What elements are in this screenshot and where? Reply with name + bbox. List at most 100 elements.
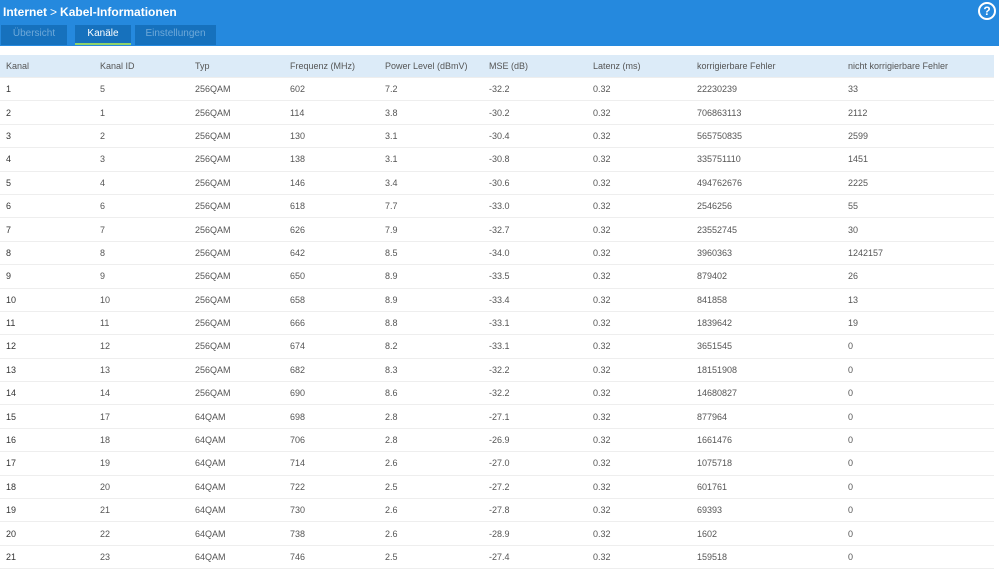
cell-latenz: 0.32 — [593, 341, 611, 352]
help-icon[interactable]: ? — [978, 2, 996, 20]
cell-korrigierbare-fehler: 841858 — [697, 294, 728, 305]
column-header-latenz: Latenz (ms) — [593, 61, 641, 71]
cell-kanal: 7 — [6, 224, 12, 235]
cell-frequenz: 698 — [290, 411, 306, 422]
cell-korrigierbare-fehler: 494762676 — [697, 177, 743, 188]
cell-latenz: 0.32 — [593, 294, 611, 305]
breadcrumb-kabel-informationen: Kabel-Informationen — [60, 5, 177, 19]
column-header-nicht-korrigierbare-fehler: nicht korrigierbare Fehler — [848, 61, 949, 71]
cell-korrigierbare-fehler: 18151908 — [697, 364, 738, 375]
cell-frequenz: 746 — [290, 552, 306, 562]
cell-korrigierbare-fehler: 879402 — [697, 271, 728, 282]
cell-frequenz: 690 — [290, 388, 306, 399]
cell-nicht-korrigierbare-fehler: 13 — [848, 294, 859, 305]
tab-uebersicht[interactable]: Übersicht — [1, 25, 67, 45]
table-row: 9 9 256QAM 650 8.9 -33.5 0.32 879402 26 — [0, 265, 994, 289]
cell-kanal-id: 11 — [100, 318, 110, 329]
table-row: 10 10 256QAM 658 8.9 -33.4 0.32 841858 13 — [0, 289, 994, 312]
cell-typ: 256QAM — [195, 224, 231, 235]
cell-latenz: 0.32 — [593, 388, 611, 399]
cell-typ: 256QAM — [195, 154, 231, 165]
tab-kanaele[interactable]: Kanäle — [75, 25, 131, 45]
cell-power-level: 3.1 — [385, 154, 398, 165]
cell-power-level: 3.1 — [385, 130, 398, 141]
cell-kanal-id: 19 — [100, 458, 111, 469]
cell-power-level: 2.5 — [385, 552, 398, 562]
cell-kanal: 9 — [6, 271, 12, 282]
table-row: 2 1 256QAM 114 3.8 -30.2 0.32 706863113 2112 — [0, 101, 994, 125]
cell-frequenz: 674 — [290, 341, 306, 352]
cell-mse: -32.2 — [489, 364, 510, 375]
cell-power-level: 8.2 — [385, 341, 398, 352]
cell-mse: -27.2 — [489, 481, 510, 492]
cell-power-level: 2.8 — [385, 411, 398, 422]
cell-korrigierbare-fehler: 14680827 — [697, 388, 738, 399]
cell-latenz: 0.32 — [593, 107, 611, 118]
cell-nicht-korrigierbare-fehler: 0 — [848, 552, 854, 562]
cell-nicht-korrigierbare-fehler: 0 — [848, 528, 854, 539]
table-row: 13 13 256QAM 682 8.3 -32.2 0.32 18151908 0 — [0, 359, 994, 383]
cell-kanal-id: 21 — [100, 505, 111, 516]
cell-typ: 256QAM — [195, 318, 231, 329]
cell-mse: -32.7 — [489, 224, 510, 235]
tab-einstellungen[interactable]: Einstellungen — [135, 25, 216, 45]
table-row: 12 12 256QAM 674 8.2 -33.1 0.32 3651545 0 — [0, 335, 994, 359]
cell-kanal-id: 20 — [100, 481, 111, 492]
cell-kanal: 3 — [6, 130, 12, 141]
cell-typ: 64QAM — [195, 505, 226, 516]
cell-typ: 256QAM — [195, 107, 231, 118]
cell-kanal: 20 — [6, 528, 17, 539]
cell-kanal-id: 18 — [100, 435, 111, 446]
cell-kanal: 21 — [6, 552, 17, 562]
cell-kanal: 8 — [6, 247, 12, 258]
cell-frequenz: 706 — [290, 435, 306, 446]
cell-mse: -30.6 — [489, 177, 510, 188]
cell-typ: 256QAM — [195, 294, 231, 305]
table-row: 17 19 64QAM 714 2.6 -27.0 0.32 1075718 0 — [0, 452, 994, 476]
cell-nicht-korrigierbare-fehler: 0 — [848, 364, 854, 375]
cell-kanal: 2 — [6, 107, 12, 118]
cell-frequenz: 138 — [290, 154, 306, 165]
cell-power-level: 2.6 — [385, 528, 398, 539]
cell-kanal-id: 22 — [100, 528, 111, 539]
cell-mse: -30.2 — [489, 107, 510, 118]
cell-power-level: 8.3 — [385, 364, 398, 375]
cell-power-level: 7.9 — [385, 224, 398, 235]
cell-power-level: 2.5 — [385, 481, 398, 492]
cell-power-level: 8.9 — [385, 294, 398, 305]
cell-nicht-korrigierbare-fehler: 0 — [848, 481, 854, 492]
cell-kanal: 17 — [6, 458, 17, 469]
cell-kanal: 18 — [6, 481, 17, 492]
column-header-korrigierbare-fehler: korrigierbare Fehler — [697, 61, 776, 71]
cell-frequenz: 642 — [290, 247, 306, 258]
column-header-typ: Typ — [195, 61, 210, 71]
cell-power-level: 3.4 — [385, 177, 398, 188]
table-row: 16 18 64QAM 706 2.8 -26.9 0.32 1661476 0 — [0, 429, 994, 453]
cell-typ: 256QAM — [195, 271, 231, 282]
breadcrumb-internet[interactable]: Internet — [3, 5, 47, 19]
cell-frequenz: 714 — [290, 458, 306, 469]
cell-kanal-id: 10 — [100, 294, 111, 305]
cell-korrigierbare-fehler: 1602 — [697, 528, 718, 539]
table-row: 11 11 256QAM 666 8.8 -33.1 0.32 1839642 19 — [0, 312, 994, 336]
column-header-kanal-id: Kanal ID — [100, 61, 135, 71]
cell-frequenz: 666 — [290, 318, 306, 329]
cell-power-level: 7.2 — [385, 84, 398, 95]
cell-korrigierbare-fehler: 565750835 — [697, 130, 743, 141]
cell-typ: 64QAM — [195, 552, 226, 562]
cell-mse: -28.9 — [489, 528, 510, 539]
cell-nicht-korrigierbare-fehler: 30 — [848, 224, 859, 235]
cell-kanal: 6 — [6, 201, 12, 212]
cell-nicht-korrigierbare-fehler: 33 — [848, 84, 859, 95]
cell-korrigierbare-fehler: 1839642 — [697, 318, 733, 329]
cell-korrigierbare-fehler: 3651545 — [697, 341, 733, 352]
cell-latenz: 0.32 — [593, 364, 611, 375]
cell-kanal-id: 9 — [100, 271, 106, 282]
breadcrumb-separator: > — [50, 5, 58, 19]
cell-korrigierbare-fehler: 877964 — [697, 411, 728, 422]
cell-kanal-id: 2 — [100, 130, 106, 141]
cell-nicht-korrigierbare-fehler: 0 — [848, 458, 854, 469]
column-header-kanal: Kanal — [6, 61, 30, 71]
cell-mse: -27.4 — [489, 552, 510, 562]
cell-latenz: 0.32 — [593, 177, 611, 188]
